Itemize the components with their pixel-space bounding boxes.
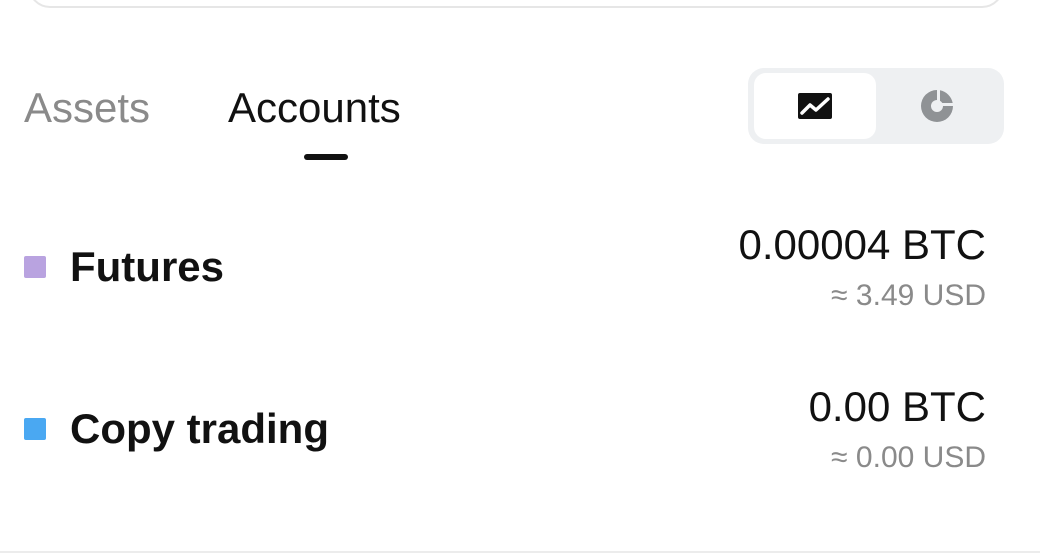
copy-trading-color-swatch <box>24 418 46 440</box>
account-row-futures[interactable]: Futures 0.00004 BTC ≈ 3.49 USD <box>0 210 1040 330</box>
futures-color-swatch <box>24 256 46 278</box>
account-name: Copy trading <box>70 405 329 452</box>
tab-accounts[interactable]: Accounts <box>228 80 401 136</box>
account-btc-amount: 0.00 BTC <box>808 383 986 430</box>
active-tab-indicator <box>304 154 348 160</box>
tab-assets[interactable]: Assets <box>24 80 150 136</box>
account-row-copy-trading[interactable]: Copy trading 0.00 BTC ≈ 0.00 USD <box>0 372 1040 492</box>
account-btc-amount: 0.00004 BTC <box>738 221 987 268</box>
bottom-divider <box>0 551 1040 553</box>
pie-chart-view-button[interactable] <box>876 73 998 139</box>
account-usd-amount: ≈ 0.00 USD <box>831 441 986 474</box>
line-chart-icon <box>798 93 832 119</box>
account-name: Futures <box>70 243 225 290</box>
top-card-edge <box>28 0 1004 8</box>
account-usd-amount: ≈ 3.49 USD <box>831 279 986 312</box>
line-chart-view-button[interactable] <box>754 73 876 139</box>
view-toggle <box>748 68 1004 144</box>
pie-chart-icon <box>921 90 953 122</box>
